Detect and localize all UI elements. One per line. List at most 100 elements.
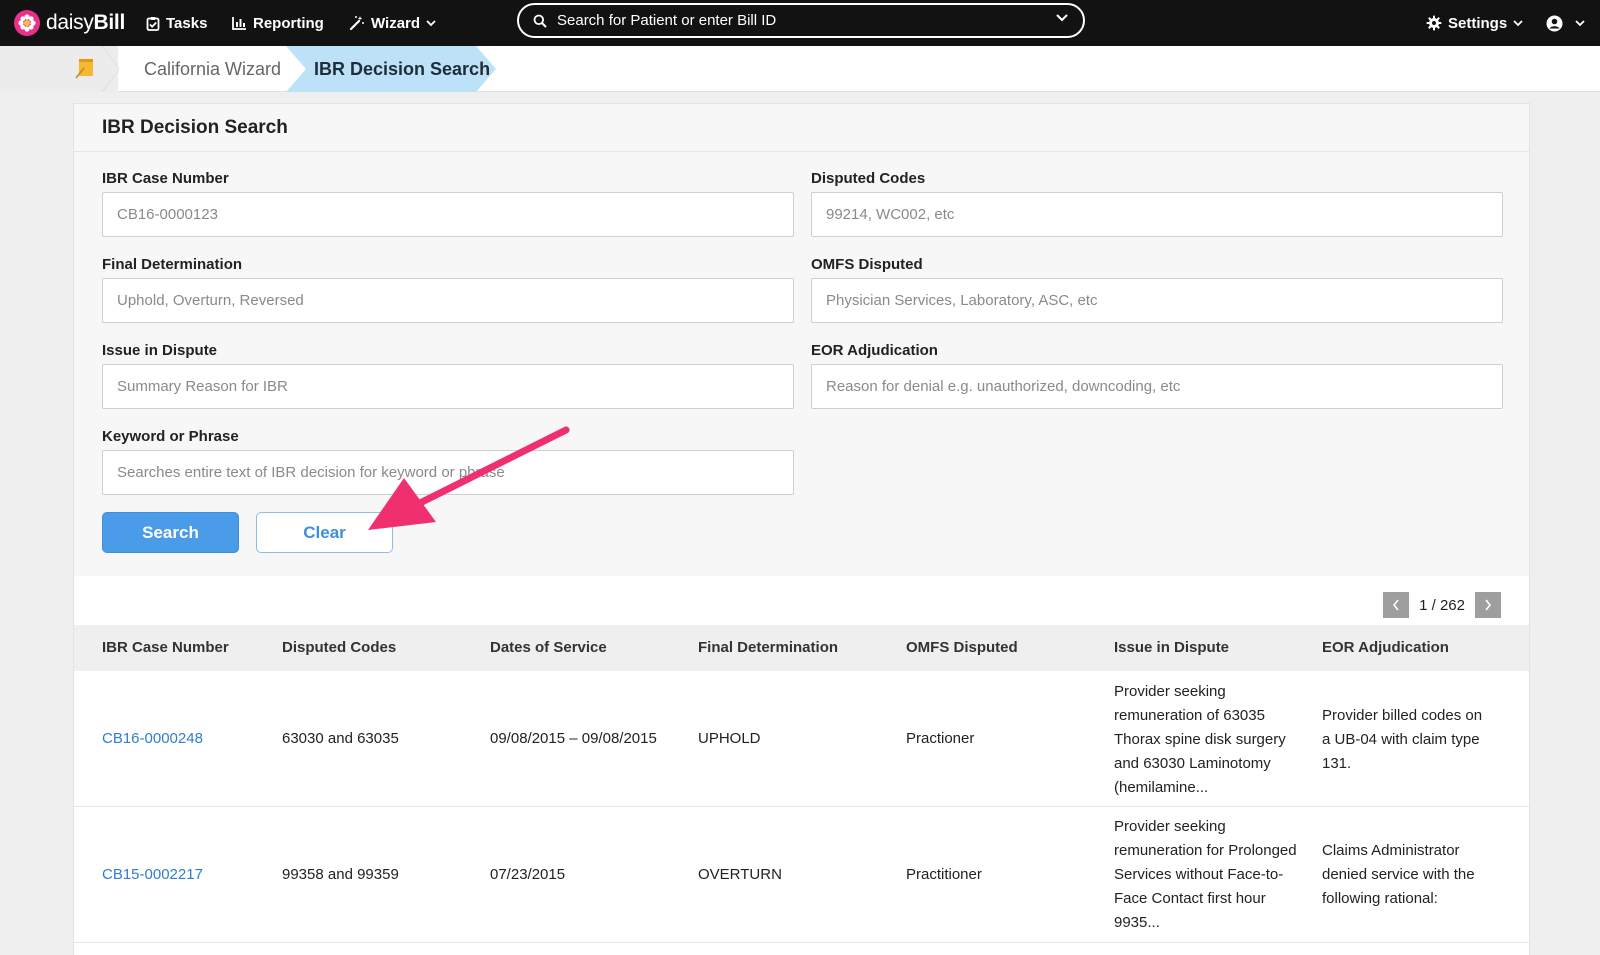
chevron-right-icon: [1485, 599, 1492, 611]
daisy-logo-icon: [14, 10, 40, 36]
col-eor-adjudication[interactable]: EOR Adjudication: [1322, 639, 1449, 656]
clipboard-check-icon: [146, 16, 160, 31]
issue-line: remuneration of 63035: [1114, 707, 1265, 724]
chevron-down-icon: [1575, 20, 1585, 27]
col-dates-of-service[interactable]: Dates of Service: [490, 639, 607, 656]
determination-cell: UPHOLD: [698, 730, 761, 747]
omfs-disputed-label: OMFS Disputed: [811, 256, 923, 273]
brand-logo[interactable]: daisyBill: [14, 10, 125, 36]
page-indicator: 1 / 262: [1419, 596, 1465, 614]
keyword-input[interactable]: Searches entire text of IBR decision for…: [102, 450, 794, 495]
eor-field: EOR Adjudication Reason for denial e.g. …: [811, 342, 1503, 409]
nav-settings[interactable]: Settings: [1426, 0, 1529, 46]
issue-line: Provider seeking: [1114, 683, 1226, 700]
chevron-down-icon[interactable]: [1055, 13, 1069, 23]
issue-label: Issue in Dispute: [102, 342, 218, 359]
eor-input[interactable]: Reason for denial e.g. unauthorized, dow…: [811, 364, 1503, 409]
issue-line: Face Contact first hour: [1114, 890, 1266, 907]
table-row: CB15-0002217 99358 and 99359 07/23/2015 …: [74, 807, 1529, 943]
case-number-input[interactable]: CB16-0000123: [102, 192, 794, 237]
search-button[interactable]: Search: [102, 512, 239, 553]
disputed-codes-cell: 63030 and 63035: [282, 730, 399, 747]
col-issue-in-dispute[interactable]: Issue in Dispute: [1114, 639, 1229, 656]
prev-page-button[interactable]: [1383, 592, 1410, 618]
eor-line: 131.: [1322, 755, 1352, 772]
case-number-label: IBR Case Number: [102, 170, 229, 187]
notepad-icon: [75, 59, 93, 79]
issue-line: Services without Face-to-: [1114, 866, 1284, 883]
omfs-disputed-placeholder: Physician Services, Laboratory, ASC, etc: [826, 292, 1098, 309]
col-disputed-codes[interactable]: Disputed Codes: [282, 639, 396, 656]
issue-line: 9935...: [1114, 914, 1160, 931]
nav-tasks[interactable]: Tasks: [146, 0, 207, 46]
eor-label: EOR Adjudication: [811, 342, 938, 359]
panel-title: IBR Decision Search: [74, 104, 1529, 152]
disputed-codes-cell: 99358 and 99359: [282, 866, 399, 883]
issue-line: Provider seeking: [1114, 818, 1226, 835]
eor-line: a UB-04 with claim type: [1322, 731, 1480, 748]
disputed-codes-input[interactable]: 99214, WC002, etc: [811, 192, 1503, 237]
clear-button-label: Clear: [303, 522, 346, 542]
eor-placeholder: Reason for denial e.g. unauthorized, dow…: [826, 378, 1181, 395]
breadcrumb-current: IBR Decision Search: [286, 46, 496, 92]
eor-line: Provider billed codes on: [1322, 707, 1483, 724]
top-navbar: daisyBill Tasks Reporting Wizard Search …: [0, 0, 1600, 46]
nav-reporting[interactable]: Reporting: [232, 0, 324, 46]
final-determination-input[interactable]: Uphold, Overturn, Reversed: [102, 278, 794, 323]
brand-name: daisyBill: [46, 11, 126, 34]
user-menu[interactable]: [1546, 0, 1591, 46]
issue-input[interactable]: Summary Reason for IBR: [102, 364, 794, 409]
case-number-link[interactable]: CB16-0000248: [102, 727, 203, 751]
disputed-codes-field: Disputed Codes 99214, WC002, etc: [811, 170, 1503, 237]
search-placeholder: Search for Patient or enter Bill ID: [557, 12, 777, 29]
omfs-disputed-field: OMFS Disputed Physician Services, Labora…: [811, 256, 1503, 323]
final-determination-placeholder: Uphold, Overturn, Reversed: [117, 292, 304, 309]
breadcrumb-home[interactable]: [0, 46, 119, 92]
nav-wizard[interactable]: Wizard: [349, 0, 442, 46]
breadcrumb-wizard-label: California Wizard: [144, 58, 282, 79]
user-circle-icon: [1546, 15, 1563, 31]
patient-search-bar[interactable]: Search for Patient or enter Bill ID: [517, 3, 1085, 38]
breadcrumb: California Wizard IBR Decision Search: [0, 46, 1600, 92]
search-icon: [533, 14, 547, 28]
omfs-cell: Practitioner: [906, 866, 982, 883]
next-page-button[interactable]: [1475, 592, 1501, 618]
pagination: 1 / 262: [1383, 592, 1501, 618]
issue-cell: Provider seeking remuneration of 63035 T…: [1114, 680, 1314, 800]
bar-chart-icon: [232, 17, 246, 30]
chevron-down-icon: [1513, 20, 1523, 27]
chevron-down-icon: [426, 20, 436, 27]
issue-cell: Provider seeking remuneration for Prolon…: [1114, 815, 1324, 935]
final-determination-field: Final Determination Uphold, Overturn, Re…: [102, 256, 794, 323]
issue-line: Thorax spine disk surgery: [1114, 731, 1286, 748]
col-case-number[interactable]: IBR Case Number: [102, 639, 229, 656]
eor-line: denied service with the: [1322, 866, 1475, 883]
dates-cell: 07/23/2015: [490, 866, 566, 883]
nav-wizard-label: Wizard: [371, 14, 421, 32]
case-number-link[interactable]: CB15-0002217: [102, 863, 203, 887]
disputed-codes-placeholder: 99214, WC002, etc: [826, 206, 955, 223]
issue-line: (hemilamine...: [1114, 779, 1209, 796]
eor-line: following rational:: [1322, 890, 1438, 907]
col-omfs-disputed[interactable]: OMFS Disputed: [906, 639, 1018, 656]
gear-icon: [1426, 15, 1442, 31]
nav-reporting-label: Reporting: [253, 14, 324, 32]
search-form: IBR Case Number CB16-0000123 Disputed Co…: [74, 152, 1529, 576]
breadcrumb-separator: [101, 46, 119, 92]
col-final-determination[interactable]: Final Determination: [698, 639, 838, 656]
issue-line: and 63030 Laminotomy: [1114, 755, 1271, 772]
breadcrumb-california-wizard[interactable]: California Wizard: [120, 46, 290, 92]
eor-cell: Claims Administrator denied service with…: [1322, 839, 1522, 911]
issue-placeholder: Summary Reason for IBR: [117, 378, 288, 395]
issue-field: Issue in Dispute Summary Reason for IBR: [102, 342, 794, 409]
eor-line: Claims Administrator: [1322, 842, 1460, 859]
ibr-search-panel: IBR Decision Search IBR Case Number CB16…: [73, 103, 1530, 955]
keyword-placeholder: Searches entire text of IBR decision for…: [117, 464, 505, 481]
chevron-left-icon: [1393, 599, 1399, 611]
case-number-placeholder: CB16-0000123: [117, 206, 218, 223]
panel-title-text: IBR Decision Search: [102, 116, 288, 138]
clear-button[interactable]: Clear: [256, 512, 393, 553]
omfs-disputed-input[interactable]: Physician Services, Laboratory, ASC, etc: [811, 278, 1503, 323]
disputed-codes-label: Disputed Codes: [811, 170, 926, 187]
magic-wand-icon: [349, 16, 364, 31]
